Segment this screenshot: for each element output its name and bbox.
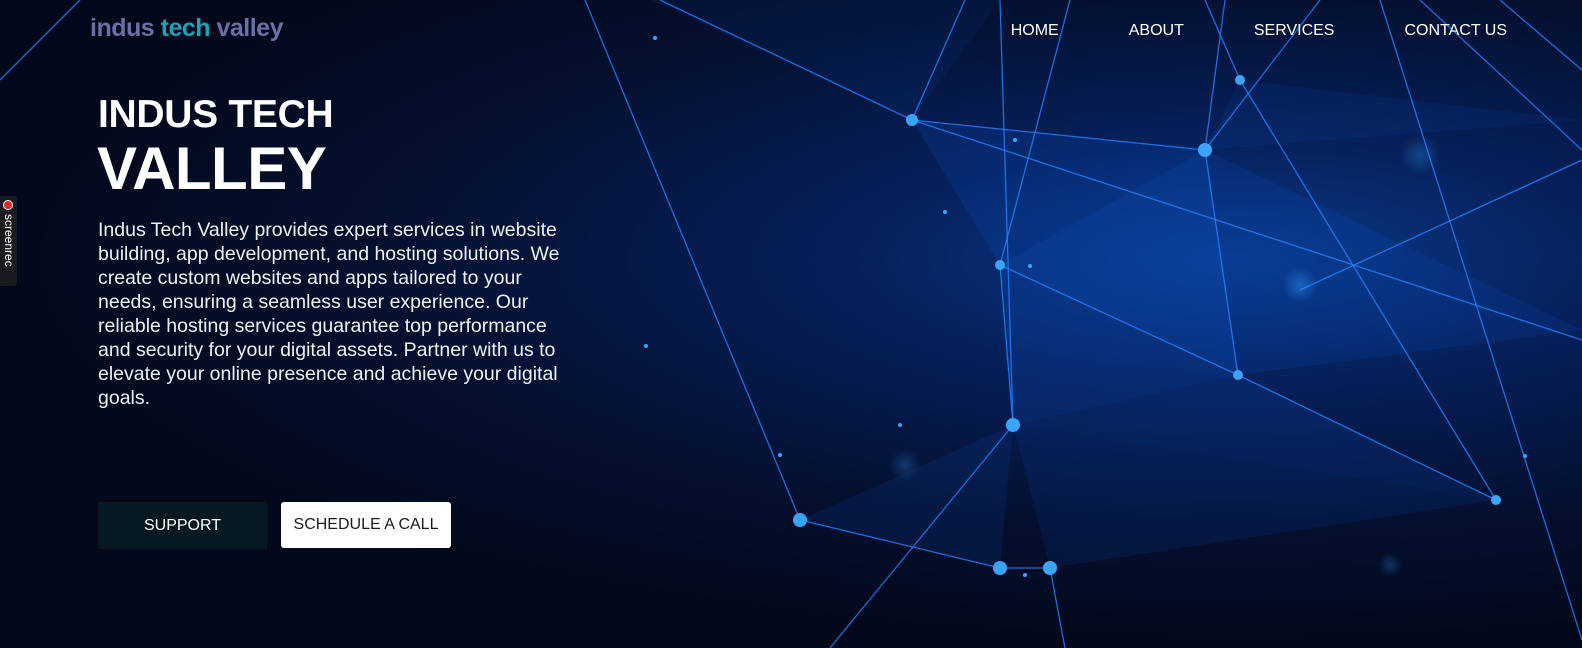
support-button[interactable]: SUPPORT bbox=[98, 502, 267, 549]
logo-word-indus: indus bbox=[90, 14, 155, 42]
record-icon bbox=[3, 200, 13, 210]
nav-item-about[interactable]: ABOUT bbox=[1129, 22, 1184, 40]
hero-title-line-2: VALLEY bbox=[97, 135, 327, 202]
hero-section: indus tech valley HOME ABOUT SERVICES CO… bbox=[0, 0, 1582, 648]
brand-logo[interactable]: indus tech valley bbox=[90, 14, 283, 43]
nav-item-contact-us[interactable]: CONTACT US bbox=[1404, 22, 1507, 40]
nav-item-home[interactable]: HOME bbox=[1011, 22, 1059, 40]
logo-word-tech: tech bbox=[160, 14, 211, 42]
hero-title-line-1: INDUS TECH bbox=[98, 93, 334, 136]
screenrec-widget[interactable]: screenrec bbox=[0, 196, 17, 286]
hero-description: Indus Tech Valley provides expert servic… bbox=[98, 219, 560, 409]
screenrec-label: screenrec bbox=[2, 214, 16, 267]
logo-word-valley: valley bbox=[216, 14, 283, 42]
nav-item-services[interactable]: SERVICES bbox=[1254, 22, 1335, 40]
main-nav: HOME ABOUT SERVICES CONTACT US bbox=[1011, 22, 1507, 40]
schedule-call-button[interactable]: SCHEDULE A CALL bbox=[281, 502, 451, 548]
